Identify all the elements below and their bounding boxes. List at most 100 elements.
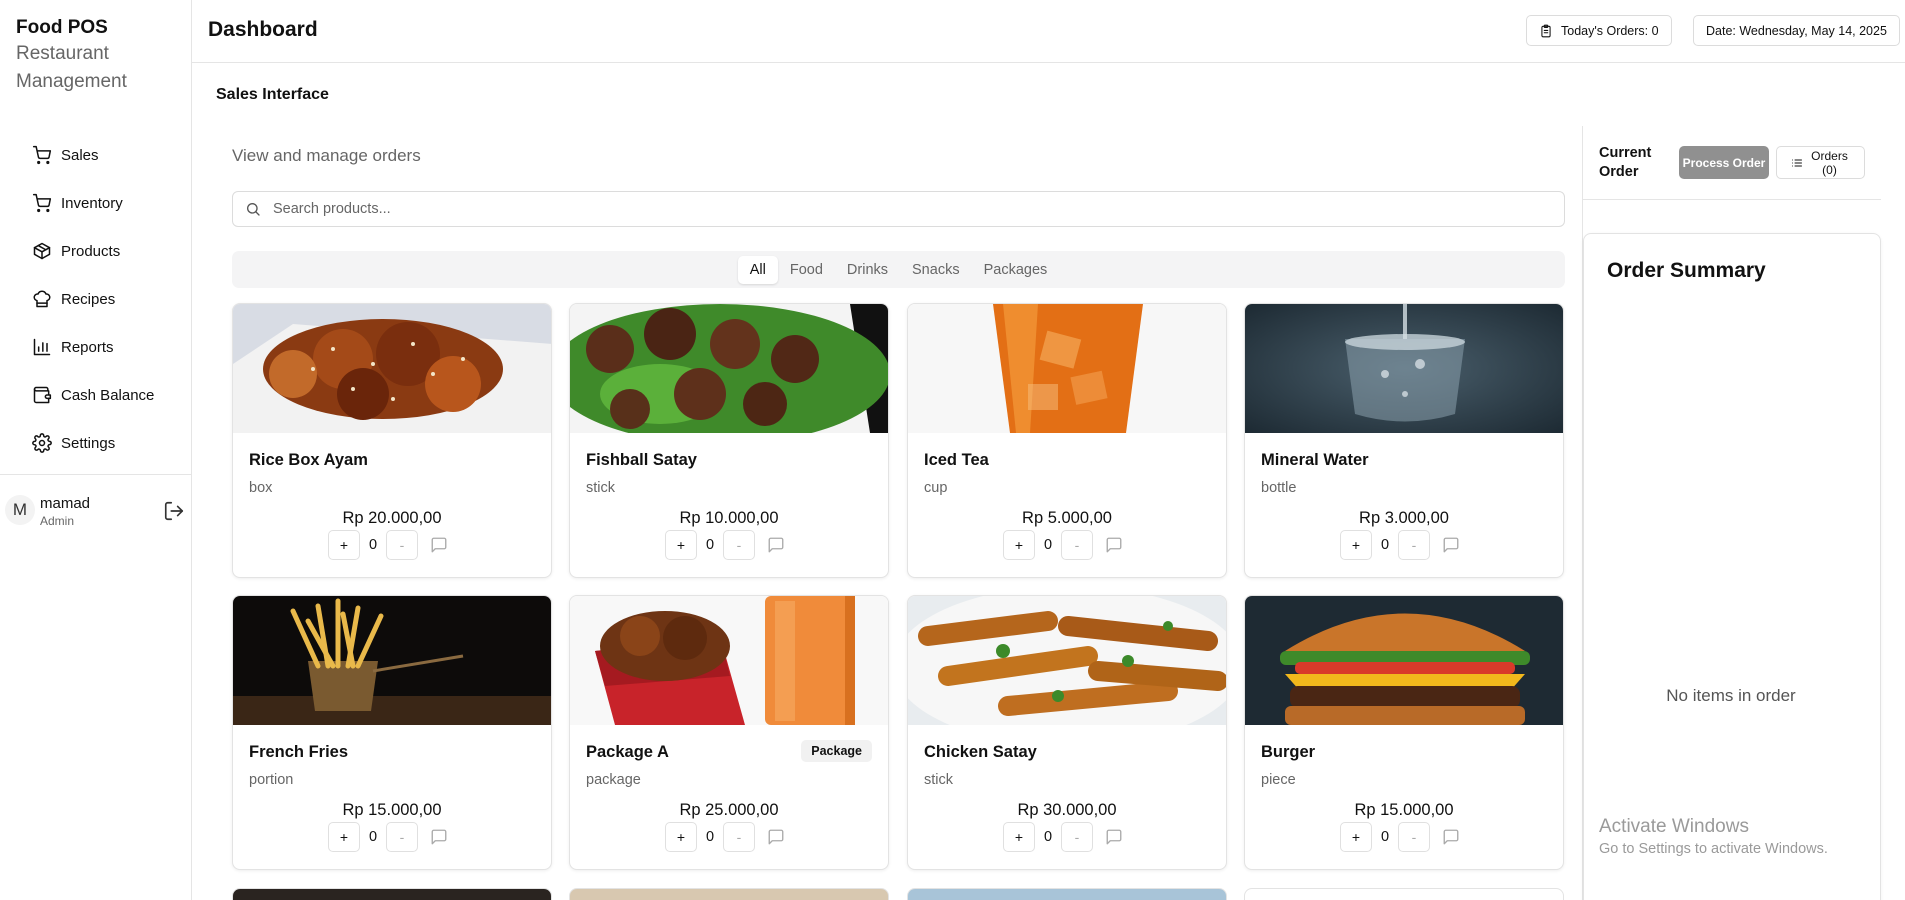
sidebar-item-recipes[interactable]: Recipes (0, 275, 191, 323)
quantity-stepper: + 0 - (1340, 530, 1460, 560)
product-price: Rp 30.000,00 (1017, 801, 1117, 819)
increment-button[interactable]: + (328, 530, 360, 560)
product-name: French Fries (249, 743, 349, 761)
message-icon[interactable] (1105, 536, 1123, 554)
product-price: Rp 3.000,00 (1359, 509, 1449, 527)
user-profile: M mamad Admin (0, 474, 191, 549)
product-card[interactable]: Fishball Satay stick Rp 10.000,00 + 0 - (569, 303, 889, 578)
message-icon[interactable] (430, 828, 448, 846)
product-card[interactable]: Rice Box Ayam box Rp 20.000,00 + 0 - (232, 303, 552, 578)
decrement-button[interactable]: - (723, 822, 755, 852)
sidebar-item-label: Products (61, 242, 121, 260)
product-unit: stick (586, 480, 615, 496)
product-unit: cup (924, 480, 948, 496)
product-card[interactable]: Iced Tea cup Rp 5.000,00 + 0 - (907, 303, 1227, 578)
quantity-value: 0 (1043, 829, 1053, 845)
product-image (1245, 304, 1563, 433)
message-icon[interactable] (767, 828, 785, 846)
watermark-title: Activate Windows (1599, 816, 1749, 837)
sidebar-item-label: Recipes (61, 290, 116, 308)
product-card[interactable]: French Fries portion Rp 15.000,00 + 0 - (232, 595, 552, 870)
quantity-stepper: + 0 - (1340, 822, 1460, 852)
product-name: Mineral Water (1261, 451, 1369, 469)
orders-button[interactable]: Orders (0) (1776, 146, 1865, 179)
product-card-partial[interactable] (1244, 888, 1564, 900)
product-price: Rp 15.000,00 (1354, 801, 1454, 819)
product-card-partial[interactable] (569, 888, 889, 900)
product-card[interactable]: Chicken Satay stick Rp 30.000,00 + 0 - (907, 595, 1227, 870)
sidebar-item-sales[interactable]: Sales (0, 131, 191, 179)
product-name: Package A (586, 743, 669, 761)
decrement-button[interactable]: - (723, 530, 755, 560)
clipboard-icon (1541, 24, 1551, 37)
increment-button[interactable]: + (665, 822, 697, 852)
search-input[interactable] (273, 201, 1473, 217)
product-image (570, 596, 888, 725)
message-icon[interactable] (1105, 828, 1123, 846)
avatar: M (5, 495, 35, 525)
date-label: Date: Wednesday, May 14, 2025 (1706, 23, 1887, 38)
tab-drinks[interactable]: Drinks (835, 256, 900, 284)
decrement-button[interactable]: - (386, 530, 418, 560)
product-unit: piece (1261, 772, 1296, 788)
quantity-value: 0 (1380, 829, 1390, 845)
increment-button[interactable]: + (1003, 822, 1035, 852)
product-card-partial[interactable] (232, 888, 552, 900)
todays-orders-chip: Today's Orders: 0 (1526, 15, 1672, 46)
message-icon[interactable] (430, 536, 448, 554)
increment-button[interactable]: + (1340, 822, 1372, 852)
decrement-button[interactable]: - (1398, 530, 1430, 560)
product-unit: portion (249, 772, 294, 788)
product-unit: box (249, 480, 273, 496)
sidebar-nav: Sales Inventory Products Recipes Reports… (0, 121, 191, 467)
product-price: Rp 15.000,00 (342, 801, 442, 819)
product-card[interactable]: Package A Package package Rp 25.000,00 +… (569, 595, 889, 870)
sidebar-item-inventory[interactable]: Inventory (0, 179, 191, 227)
chef-hat-icon (33, 290, 51, 308)
tab-food[interactable]: Food (778, 256, 835, 284)
sidebar-item-products[interactable]: Products (0, 227, 191, 275)
quantity-value: 0 (705, 537, 715, 553)
windows-activation-watermark: Activate Windows Go to Settings to activ… (1599, 816, 1828, 857)
orders-button-label: Orders (0) (1811, 148, 1848, 177)
increment-button[interactable]: + (328, 822, 360, 852)
quantity-value: 0 (1380, 537, 1390, 553)
message-icon[interactable] (767, 536, 785, 554)
tab-packages[interactable]: Packages (972, 256, 1060, 284)
todays-orders-label: Today's Orders: 0 (1561, 23, 1659, 38)
list-icon (1791, 159, 1802, 166)
sidebar: Food POS Restaurant Management Sales Inv… (0, 0, 192, 900)
message-icon[interactable] (1442, 828, 1460, 846)
decrement-button[interactable]: - (1398, 822, 1430, 852)
product-card[interactable]: Burger piece Rp 15.000,00 + 0 - (1244, 595, 1564, 870)
product-image (570, 304, 888, 433)
decrement-button[interactable]: - (1061, 822, 1093, 852)
increment-button[interactable]: + (665, 530, 697, 560)
tab-all[interactable]: All (737, 255, 778, 284)
tab-snacks[interactable]: Snacks (900, 256, 972, 284)
sidebar-item-settings[interactable]: Settings (0, 419, 191, 467)
product-price: Rp 20.000,00 (342, 509, 442, 527)
sidebar-item-reports[interactable]: Reports (0, 323, 191, 371)
order-summary-card (1583, 233, 1881, 900)
sidebar-item-label: Inventory (61, 194, 123, 212)
user-role: Admin (40, 514, 75, 528)
page-title: Dashboard (208, 18, 318, 41)
user-name: mamad (40, 495, 91, 512)
date-chip: Date: Wednesday, May 14, 2025 (1693, 15, 1900, 46)
increment-button[interactable]: + (1003, 530, 1035, 560)
message-icon[interactable] (1442, 536, 1460, 554)
product-card[interactable]: Mineral Water bottle Rp 3.000,00 + 0 - (1244, 303, 1564, 578)
product-card-partial[interactable] (907, 888, 1227, 900)
decrement-button[interactable]: - (1061, 530, 1093, 560)
sidebar-item-label: Settings (61, 434, 116, 452)
cart-icon (32, 145, 52, 165)
sidebar-item-cash-balance[interactable]: Cash Balance (0, 371, 191, 419)
quantity-stepper: + 0 - (1003, 530, 1123, 560)
increment-button[interactable]: + (1340, 530, 1372, 560)
cart-icon (32, 193, 52, 213)
top-header: Dashboard Today's Orders: 0 Date: Wednes… (192, 0, 1905, 63)
decrement-button[interactable]: - (386, 822, 418, 852)
process-order-button[interactable]: Process Order (1679, 146, 1769, 179)
logout-icon[interactable] (163, 500, 185, 522)
